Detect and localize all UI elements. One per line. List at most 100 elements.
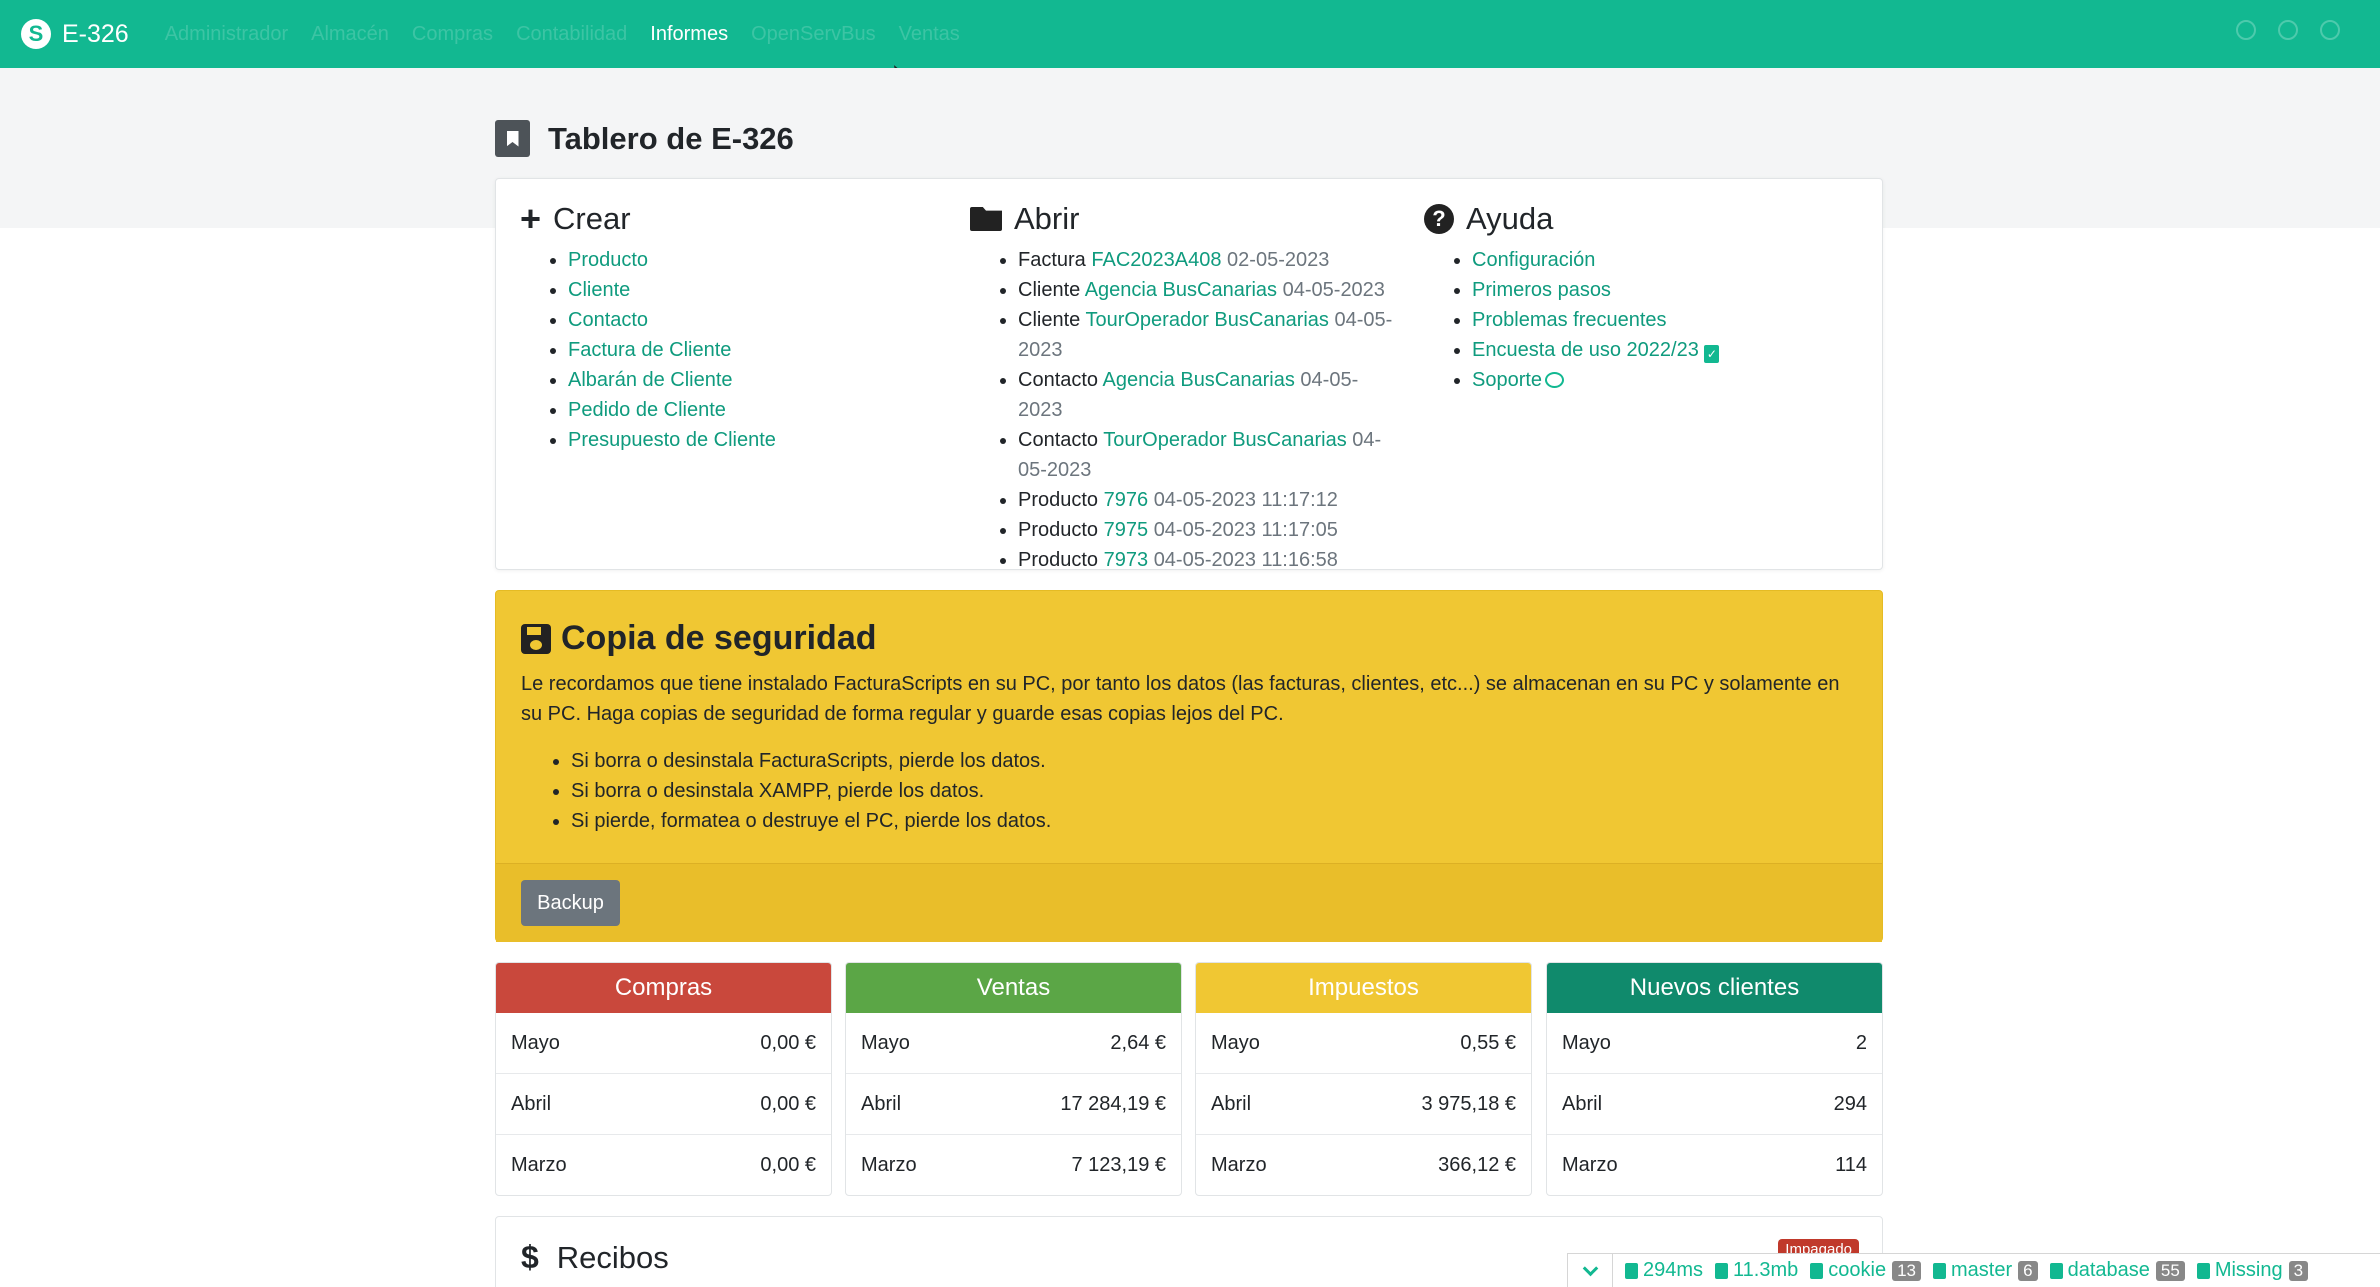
debug-memory[interactable]: 11.3mb [1715,1259,1798,1282]
menu-ventas[interactable]: Ventas [899,23,960,46]
menu-administrador[interactable]: Administrador [165,23,288,46]
debug-bar: 294ms 11.3mb cookie 13 master 6 database 55… [1567,1253,2380,1287]
stat-card-nuevos-clientes: Nuevos clientes Mayo 2 Abril 294 Marzo 114 [1546,962,1883,1196]
crear-producto-link[interactable]: Producto [568,249,648,271]
stat-row: Mayo 2,64 € [846,1013,1181,1074]
recent-link[interactable]: 7975 [1104,519,1149,541]
backup-footer: Backup [496,863,1882,942]
recent-link[interactable]: 7976 [1104,489,1149,511]
ayuda-title: Ayuda [1466,201,1554,236]
brand-name: E-326 [62,19,129,48]
memory-icon [1715,1262,1729,1279]
stat-title: Impuestos [1196,963,1531,1013]
debug-missing[interactable]: Missing 3 [2196,1259,2309,1282]
stat-row: Mayo 0,55 € [1196,1013,1531,1074]
backup-bullet: Si borra o desinstala XAMPP, pierde los … [571,776,1051,806]
crear-cliente-link[interactable]: Cliente [568,279,630,301]
recent-item: Factura FAC2023A408 02-05-2023 [1018,245,1400,275]
stat-title: Ventas [846,963,1181,1013]
recent-item: Cliente TourOperador BusCanarias 04-05-2… [1018,305,1400,365]
menu-openservbus[interactable]: OpenServBus [751,23,876,46]
menu-informes[interactable]: Informes [650,23,728,46]
backup-bullet: Si pierde, formatea o destruye el PC, pi… [571,806,1051,836]
menu-compras[interactable]: Compras [412,23,493,46]
recent-link[interactable]: TourOperador BusCanarias [1103,429,1346,451]
stat-title: Compras [496,963,831,1013]
backup-title: Copia de seguridad [561,619,877,657]
backup-text: Le recordamos que tiene instalado Factur… [521,673,1840,725]
brand-logo-icon: S [21,19,51,49]
dashboard-card: + Crear Producto Cliente Contacto Factura… [495,178,1883,571]
recent-item: Producto 7975 04-05-2023 11:17:05 [1018,515,1400,545]
ayuda-section: ? Ayuda Configuración Primeros pasos Prob… [1424,201,1844,395]
stat-card-ventas: Ventas Mayo 2,64 € Abril 17 284,19 € Marzo… [845,962,1182,1196]
keyboard-icon [1810,1262,1824,1279]
stat-row: Abril 17 284,19 € [846,1074,1181,1135]
crear-presupuesto-link[interactable]: Presupuesto de Cliente [568,429,776,451]
crear-section: + Crear Producto Cliente Contacto Factura… [520,201,940,455]
backup-button[interactable]: Backup [521,880,620,926]
page-header: Tablero de E-326 [495,120,794,157]
crear-contacto-link[interactable]: Contacto [568,309,648,331]
search-icon[interactable] [2236,20,2256,40]
help-icon[interactable] [2278,20,2298,40]
ayuda-primeros-pasos-link[interactable]: Primeros pasos [1472,279,1611,301]
recent-item: Contacto TourOperador BusCanarias 04-05-… [1018,425,1400,485]
debug-database[interactable]: database 55 [2049,1259,2185,1282]
chevron-down-icon [1582,1260,1598,1276]
recibos-title: Recibos [556,1239,669,1275]
brand[interactable]: S E-326 [21,19,129,49]
crear-title: Crear [553,201,631,236]
plus-icon: + [520,198,542,239]
ayuda-encuesta-link[interactable]: Encuesta de uso 2022/23 ✓ [1472,339,1720,363]
menu-contabilidad[interactable]: Contabilidad [516,23,627,46]
recent-link[interactable]: Agencia BusCanarias [1085,279,1277,301]
menu-almacen[interactable]: Almacén [311,23,389,46]
stat-row: Marzo 7 123,19 € [861,1154,1166,1176]
top-navbar: S E-326 Administrador Almacén Compras Co… [0,0,2380,68]
debug-toggle[interactable] [1568,1253,1613,1287]
clipboard-check-icon: ✓ [1704,345,1720,363]
abrir-title: Abrir [1014,201,1080,236]
folder-open-icon [970,207,1002,231]
file-icon [2049,1262,2063,1279]
stat-row: Abril 294 [1547,1074,1882,1135]
debug-time[interactable]: 294ms [1625,1259,1703,1282]
recent-link[interactable]: FAC2023A408 [1091,249,1221,271]
recent-link[interactable]: TourOperador BusCanarias [1085,309,1328,331]
recent-item: Producto 7976 04-05-2023 11:17:12 [1018,485,1400,515]
recent-item: Contacto Agencia BusCanarias 04-05-2023 [1018,365,1400,425]
stat-row: Abril 0,00 € [496,1074,831,1135]
recent-link[interactable]: 7973 [1104,549,1149,571]
crear-pedido-link[interactable]: Pedido de Cliente [568,399,726,421]
backup-list: Si borra o desinstala FacturaScripts, pi… [571,746,1051,836]
debug-cookie[interactable]: cookie 13 [1810,1259,1921,1282]
stat-row: Marzo 114 [1562,1154,1867,1176]
recent-item: Producto 7973 04-05-2023 11:16:58 [1018,545,1400,575]
bookmark-icon [495,120,530,157]
chat-icon [1545,372,1565,388]
crear-albaran-link[interactable]: Albarán de Cliente [568,369,733,391]
ayuda-configuracion-link[interactable]: Configuración [1472,249,1595,271]
backup-bullet: Si borra o desinstala FacturaScripts, pi… [571,746,1051,776]
ayuda-soporte-link[interactable]: Soporte [1472,369,1565,391]
user-icon[interactable] [2320,20,2340,40]
file-icon [1933,1262,1946,1279]
stat-row: Mayo 0,00 € [496,1013,831,1074]
dollar-icon: $ [521,1239,539,1275]
stat-title: Nuevos clientes [1547,963,1882,1013]
stat-row: Mayo 2 [1547,1013,1882,1074]
stat-row: Marzo 0,00 € [511,1154,816,1176]
backup-card: Copia de seguridad Le recordamos que tie… [495,590,1883,942]
recent-item: Cliente Agencia BusCanarias 04-05-2023 [1018,275,1400,305]
crear-factura-link[interactable]: Factura de Cliente [568,339,731,361]
stat-card-compras: Compras Mayo 0,00 € Abril 0,00 € Marzo 0,00… [495,962,832,1196]
stat-row: Abril 3 975,18 € [1196,1074,1531,1135]
debug-master[interactable]: master 6 [1933,1259,2038,1282]
stat-card-impuestos: Impuestos Mayo 0,55 € Abril 3 975,18 € Mar… [1195,962,1532,1196]
hourglass-icon [1625,1262,1638,1279]
nav-right-icons [2236,20,2340,40]
recent-link[interactable]: Agencia BusCanarias [1103,369,1295,391]
abrir-section: Abrir Factura FAC2023A408 02-05-2023 Cli… [970,201,1400,575]
ayuda-problemas-link[interactable]: Problemas frecuentes [1472,309,1667,331]
